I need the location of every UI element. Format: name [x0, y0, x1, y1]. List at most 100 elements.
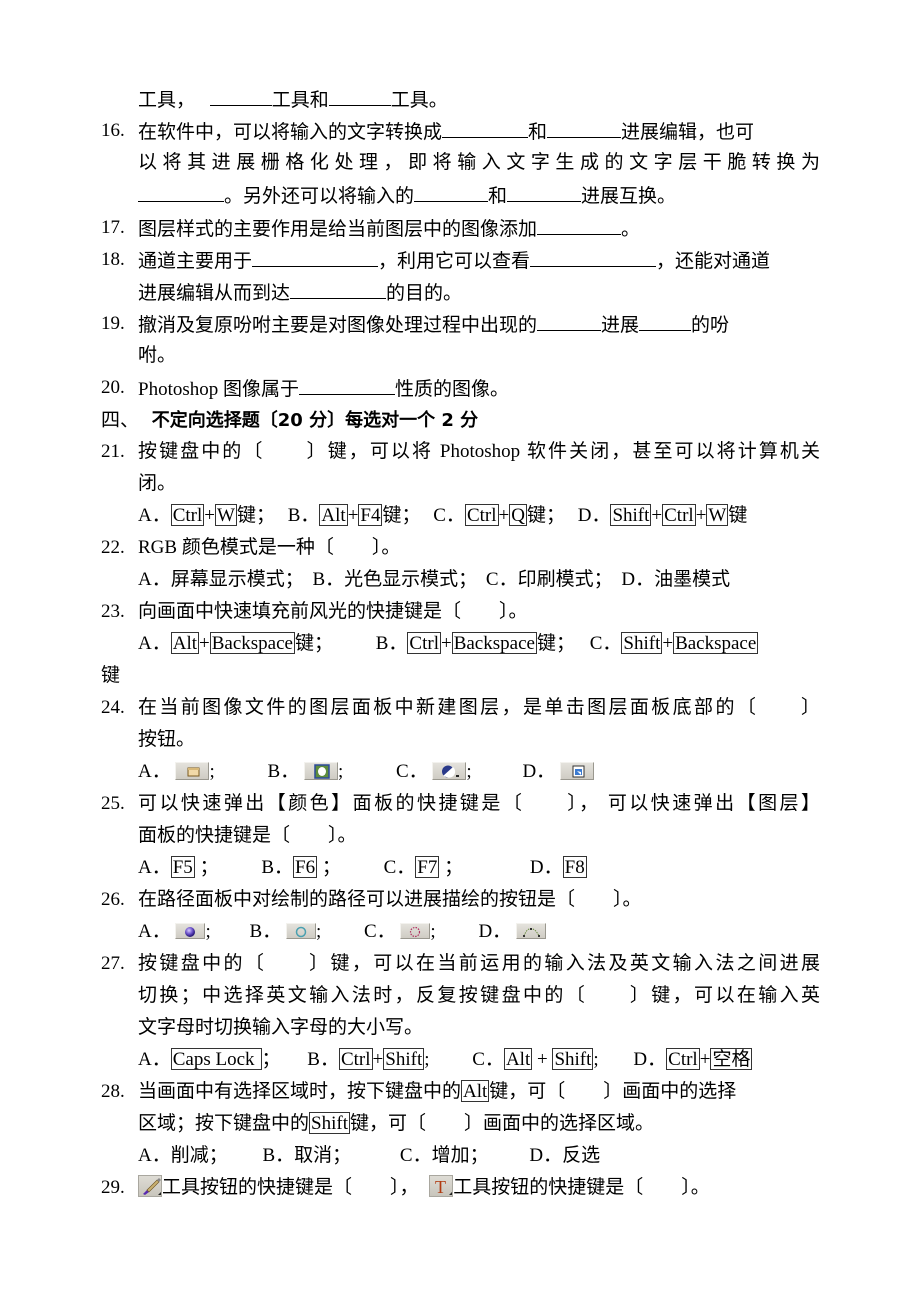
option-a[interactable]: A． ; [138, 920, 211, 944]
option-b[interactable]: B． ; [250, 920, 322, 944]
option-a[interactable]: A． Ctrl + W 键； [138, 504, 275, 528]
option-d[interactable]: D． Shift + Ctrl + W 键 [578, 504, 747, 528]
option-d[interactable]: D．反选 [529, 1144, 600, 1168]
question-text: RGB 颜色模式是一种〔 〕。 [138, 537, 401, 558]
option-wrap-text: 键 [101, 665, 121, 686]
option-b[interactable]: B．光色显示模式； [312, 568, 477, 592]
option-c[interactable]: C． F7 ； [383, 856, 463, 880]
question-text: 闭。 [138, 473, 177, 494]
option-a[interactable]: A． Alt + Backspace 键； [138, 632, 333, 656]
option-d[interactable]: D． F8 [530, 856, 587, 880]
option-label: A． [138, 1049, 171, 1070]
option-a[interactable]: A． F5 ； [138, 856, 219, 880]
key-w: W [706, 504, 729, 527]
option-b[interactable]: B． Ctrl + Shift; [307, 1048, 430, 1072]
option-c[interactable]: C．印刷模式； [486, 568, 613, 592]
option-suffix: ; [593, 1049, 599, 1070]
option-label: B． [307, 1049, 339, 1070]
answer-blank[interactable] [537, 312, 602, 331]
section-title: 不定向选择题〔20 分〕每选对一个 2 分 [151, 410, 479, 431]
option-a[interactable]: A．削减； [138, 1144, 228, 1168]
answer-blank[interactable] [299, 376, 395, 395]
option-c[interactable]: C． Ctrl + Q 键； [433, 504, 565, 528]
option-label: C． [363, 921, 396, 942]
question-text: 按键盘中的〔 〕键，可以在当前运用的输入法及英文输入法之间进展 [138, 953, 820, 974]
key-backspace: Backspace [209, 632, 295, 655]
answer-blank[interactable] [328, 87, 391, 106]
new-layer-folder-icon [175, 761, 210, 780]
option-d[interactable]: D．油墨模式 [621, 568, 730, 592]
answer-blank[interactable] [507, 183, 582, 202]
key-f4: F4 [358, 504, 383, 527]
option-a[interactable]: A．屏幕显示模式； [138, 568, 304, 592]
key-space: 空格 [710, 1048, 753, 1071]
text: ，还能对通道 [656, 251, 771, 272]
option-a[interactable]: A． ; [138, 760, 215, 784]
options: A． ; B． ; C． ; D． [138, 920, 546, 944]
question-number: 29. [101, 1177, 125, 1198]
option-label: C． [589, 633, 622, 654]
question-text: 切换；中选择英文输入法时，反复按键盘中的〔 〕键，可以在输入英 [138, 985, 820, 1006]
answer-blank[interactable] [639, 312, 692, 331]
option-d[interactable]: D． [478, 920, 546, 944]
option-d[interactable]: D． [522, 760, 594, 784]
option-b[interactable]: B． F6 ； [261, 856, 341, 880]
option-label: C． [472, 1049, 504, 1070]
option-b[interactable]: B． Alt + F4 键； [288, 504, 421, 528]
question-text: 在路径面板中对绘制的路径可以进展描绘的按钮是〔 〕。 [138, 889, 642, 910]
key-f7: F7 [415, 856, 440, 879]
option-c[interactable]: C．增加； [400, 1144, 489, 1168]
key-f6: F6 [293, 856, 318, 879]
answer-blank[interactable] [209, 87, 272, 106]
option-b[interactable]: B． Ctrl + Backspace 键； [376, 632, 575, 656]
question-number: 28. [101, 1081, 125, 1102]
option-label: D． [529, 857, 563, 878]
key-ctrl: Ctrl [464, 504, 499, 527]
option-label: A． [138, 921, 171, 942]
text: 在软件中，可以将输入的文字转换成 [138, 122, 443, 143]
answer-blank[interactable] [530, 248, 657, 267]
options: A． Ctrl + W 键； B． Alt + F4 键； C． Ctrl + Q 键； D． Shift… [138, 504, 747, 528]
option-c[interactable]: C． ; [396, 760, 472, 784]
option-b[interactable]: B． ; [268, 760, 344, 784]
type-tool-icon: T [429, 1174, 454, 1197]
layer-mask-icon [303, 761, 338, 780]
option-label: A． [138, 633, 171, 654]
option-label: C． [383, 857, 416, 878]
option-label: A． [138, 761, 171, 782]
question-text: 进展编辑从而到达 的目的。 [138, 280, 462, 304]
question-text: 按钮。 [138, 729, 196, 750]
question-text: 撤消及复原吩咐主要是对图像处理过程中出现的 进展 的吩 [138, 312, 729, 336]
question-number: 24. [101, 697, 125, 718]
answer-blank[interactable] [252, 248, 379, 267]
option-a[interactable]: A． Caps Lock； [138, 1048, 281, 1072]
option-d[interactable]: D． Ctrl + 空格 [633, 1048, 753, 1072]
answer-blank[interactable] [138, 183, 224, 202]
key-shift: Shift [552, 1048, 594, 1071]
section-heading: 四、 不定向选择题〔20 分〕每选对一个 2 分 [101, 408, 478, 432]
answer-blank[interactable] [537, 216, 622, 235]
answer-blank[interactable] [547, 119, 622, 138]
question-number: 25. [101, 793, 125, 814]
option-c[interactable]: C． Alt + Shift; [472, 1048, 599, 1072]
option-c[interactable]: C． ; [364, 920, 436, 944]
text: 工具按钮的快捷键是〔 〕。 [453, 1177, 710, 1198]
key-q: Q [509, 504, 527, 527]
option-label: B． [249, 921, 282, 942]
make-work-path-icon [515, 922, 546, 939]
answer-blank[interactable] [290, 280, 387, 299]
options: A． F5 ； B． F6 ； C． F7 ； D． F8 [138, 856, 587, 880]
text: 工具和 [271, 90, 329, 111]
text: ，利用它可以查看 [378, 251, 531, 272]
option-label: B． [261, 857, 294, 878]
answer-blank[interactable] [442, 119, 529, 138]
answer-blank[interactable] [414, 183, 489, 202]
text: 的目的。 [386, 283, 463, 304]
option-b[interactable]: B．取消； [262, 1144, 351, 1168]
text: Photoshop 图像属于 [138, 379, 299, 400]
question-number: 26. [101, 889, 125, 910]
option-c[interactable]: C． Shift + Backspace [590, 632, 759, 656]
text: 进展 [601, 315, 640, 336]
text: 性质的图像。 [395, 379, 510, 400]
text: 和 [488, 186, 508, 207]
